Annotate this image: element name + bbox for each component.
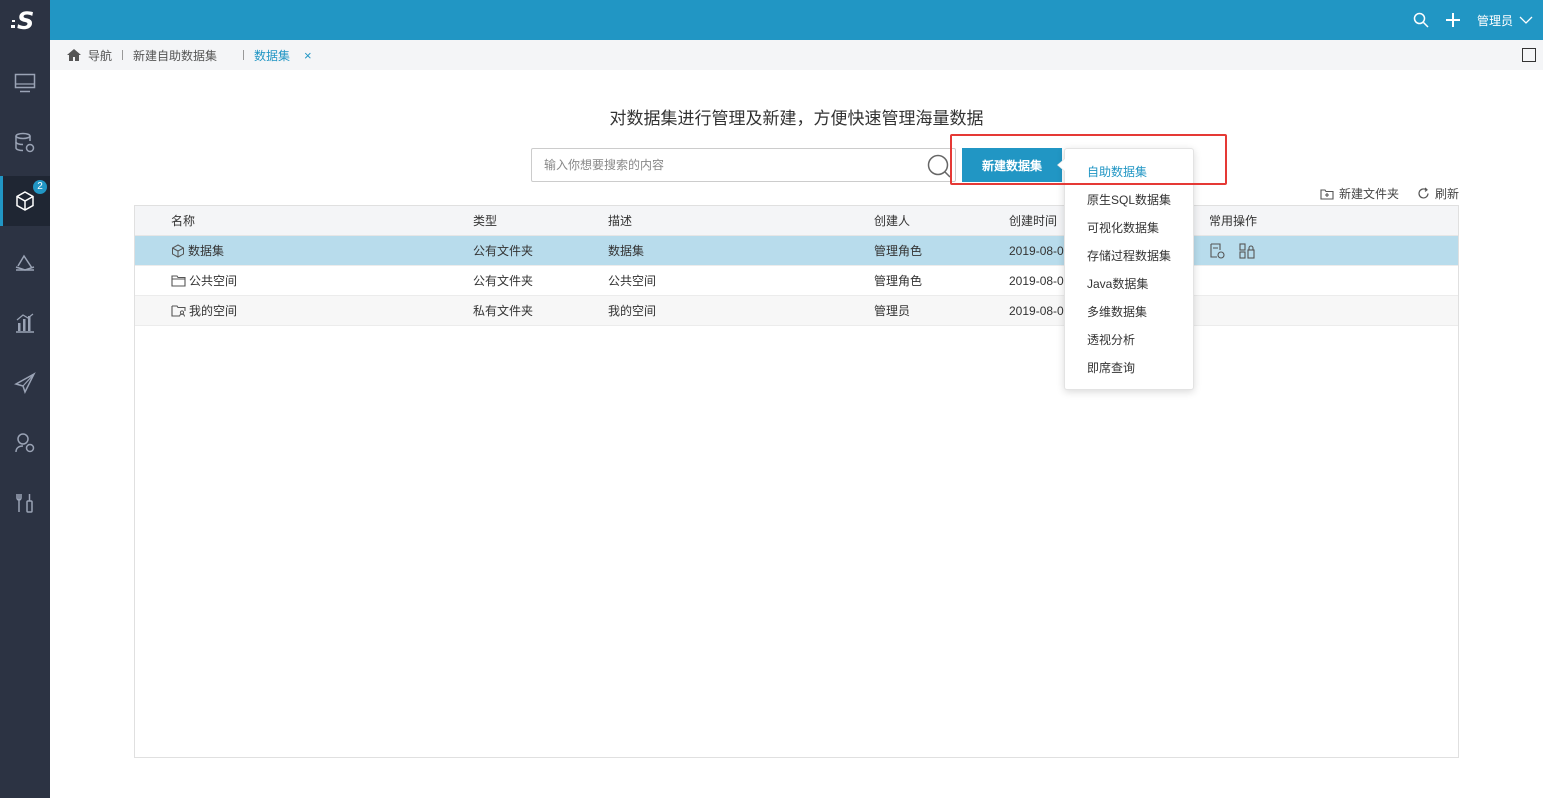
settings-doc-icon[interactable] — [1209, 242, 1225, 259]
table-header: 名称 类型 描述 创建人 创建时间 常用操作 — [135, 206, 1458, 236]
search-box — [531, 148, 956, 182]
monitor-icon — [14, 73, 36, 93]
menu-item-pivot-analysis[interactable]: 透视分析 — [1065, 326, 1193, 354]
row-name: 我的空间 — [189, 304, 238, 318]
refresh-button[interactable]: 刷新 — [1417, 185, 1459, 202]
svg-text:S: S — [17, 7, 34, 33]
row-time: 2019-08-0 — [1009, 243, 1064, 258]
top-bar: 管理员 — [50, 0, 1543, 40]
new-folder-label: 新建文件夹 — [1338, 187, 1399, 201]
private-folder-icon — [171, 305, 186, 317]
notification-badge: 2 — [33, 180, 47, 194]
menu-item-java-dataset[interactable]: Java数据集 — [1065, 270, 1193, 298]
breadcrumb-divider — [122, 50, 124, 60]
breadcrumb-home-label: 导航 — [88, 48, 113, 63]
sidebar-item-monitor[interactable] — [0, 58, 50, 108]
row-desc: 我的空间 — [608, 304, 657, 318]
new-dataset-button[interactable]: 新建数据集 — [962, 148, 1062, 182]
row-type: 公有文件夹 — [473, 274, 534, 288]
breadcrumb-divider — [243, 50, 245, 60]
page-headline: 对数据集进行管理及新建，方便快速管理海量数据 — [609, 109, 984, 128]
column-header-time[interactable]: 创建时间 — [1009, 212, 1057, 229]
menu-item-procedure-dataset[interactable]: 存储过程数据集 — [1065, 242, 1193, 270]
paper-plane-icon — [14, 372, 36, 394]
row-ops — [1209, 242, 1255, 259]
menu-item-olap-dataset[interactable]: 多维数据集 — [1065, 298, 1193, 326]
user-menu[interactable]: 管理员 — [1477, 12, 1533, 29]
add-icon[interactable] — [1445, 12, 1461, 28]
table-toolbar: 新建文件夹 刷新 — [1320, 185, 1459, 202]
new-folder-button[interactable]: 新建文件夹 — [1320, 185, 1399, 202]
row-type: 公有文件夹 — [473, 244, 534, 258]
column-header-type[interactable]: 类型 — [473, 212, 497, 229]
column-header-creator[interactable]: 创建人 — [874, 212, 910, 229]
row-creator: 管理角色 — [874, 244, 923, 258]
row-name: 数据集 — [188, 244, 225, 258]
layers-icon — [15, 254, 35, 271]
row-desc: 公共空间 — [608, 274, 657, 288]
table-row[interactable]: 公共空间 公有文件夹 公共空间 管理角色 2019-08-0 — [135, 266, 1458, 296]
row-time: 2019-08-0 — [1009, 273, 1064, 288]
row-type: 私有文件夹 — [473, 304, 534, 318]
sidebar-item-report[interactable] — [0, 298, 50, 348]
menu-item-visual-dataset[interactable]: 可视化数据集 — [1065, 214, 1193, 242]
table-row[interactable]: 数据集 公有文件夹 数据集 管理角色 2019-08-0 — [135, 236, 1458, 266]
search-icon[interactable] — [1413, 12, 1429, 28]
column-header-name[interactable]: 名称 — [171, 212, 195, 229]
row-creator: 管理员 — [874, 304, 911, 318]
logo-icon: S — [11, 7, 34, 33]
refresh-icon — [1418, 187, 1429, 199]
column-header-desc[interactable]: 描述 — [608, 212, 632, 229]
menu-item-sql-dataset[interactable]: 原生SQL数据集 — [1065, 186, 1193, 214]
app-logo[interactable]: S — [0, 0, 50, 40]
breadcrumb-dataset[interactable]: 数据集 × — [254, 40, 312, 70]
row-name-cell: 我的空间 — [171, 302, 237, 319]
row-name-cell: 数据集 — [171, 242, 224, 259]
breadcrumb-new-self-dataset-label: 新建自助数据集 — [133, 48, 218, 63]
sidebar-item-user[interactable] — [0, 418, 50, 468]
left-sidebar: S 2 — [0, 0, 50, 798]
menu-item-self-dataset[interactable]: 自助数据集 — [1065, 158, 1193, 186]
row-desc: 数据集 — [608, 244, 645, 258]
home-icon — [67, 49, 81, 61]
search-icon[interactable] — [927, 154, 951, 178]
sidebar-item-datasource[interactable] — [0, 118, 50, 168]
user-settings-icon — [15, 433, 35, 453]
cube-icon — [16, 191, 34, 211]
tab-close-button[interactable]: × — [304, 48, 312, 63]
breadcrumb: 导航 新建自助数据集 数据集 × — [50, 40, 1543, 70]
permission-icon[interactable] — [1239, 242, 1255, 259]
cube-icon — [172, 243, 184, 258]
sidebar-item-analysis[interactable] — [0, 238, 50, 288]
table-row[interactable]: 我的空间 私有文件夹 我的空间 管理员 2019-08-0 — [135, 296, 1458, 326]
row-name-cell: 公共空间 — [171, 272, 237, 289]
user-name-label: 管理员 — [1476, 13, 1513, 28]
bar-chart-icon — [16, 313, 34, 333]
sidebar-item-dataset[interactable]: 2 — [0, 176, 50, 226]
tools-icon — [16, 494, 33, 513]
chevron-down-icon — [1519, 16, 1533, 24]
column-header-ops: 常用操作 — [1209, 214, 1258, 228]
sidebar-item-tools[interactable] — [0, 478, 50, 528]
sidebar-item-publish[interactable] — [0, 358, 50, 408]
row-creator: 管理角色 — [874, 274, 923, 288]
new-dataset-menu: 自助数据集 原生SQL数据集 可视化数据集 存储过程数据集 Java数据集 多维… — [1064, 148, 1194, 390]
row-name: 公共空间 — [189, 274, 238, 288]
search-input[interactable] — [532, 149, 912, 181]
breadcrumb-new-self-dataset[interactable]: 新建自助数据集 — [133, 40, 217, 70]
maximize-icon[interactable] — [1522, 48, 1536, 62]
row-time: 2019-08-0 — [1009, 303, 1064, 318]
dataset-table: 名称 类型 描述 创建人 创建时间 常用操作 数据集 公有文件夹 数据集 管理角… — [134, 205, 1459, 758]
breadcrumb-dataset-label: 数据集 — [254, 48, 291, 63]
refresh-label: 刷新 — [1434, 187, 1459, 201]
breadcrumb-home[interactable]: 导航 — [66, 40, 112, 70]
folder-add-icon — [1320, 188, 1334, 200]
menu-item-adhoc-query[interactable]: 即席查询 — [1065, 354, 1193, 382]
database-gear-icon — [15, 132, 35, 153]
folder-icon — [171, 275, 186, 287]
